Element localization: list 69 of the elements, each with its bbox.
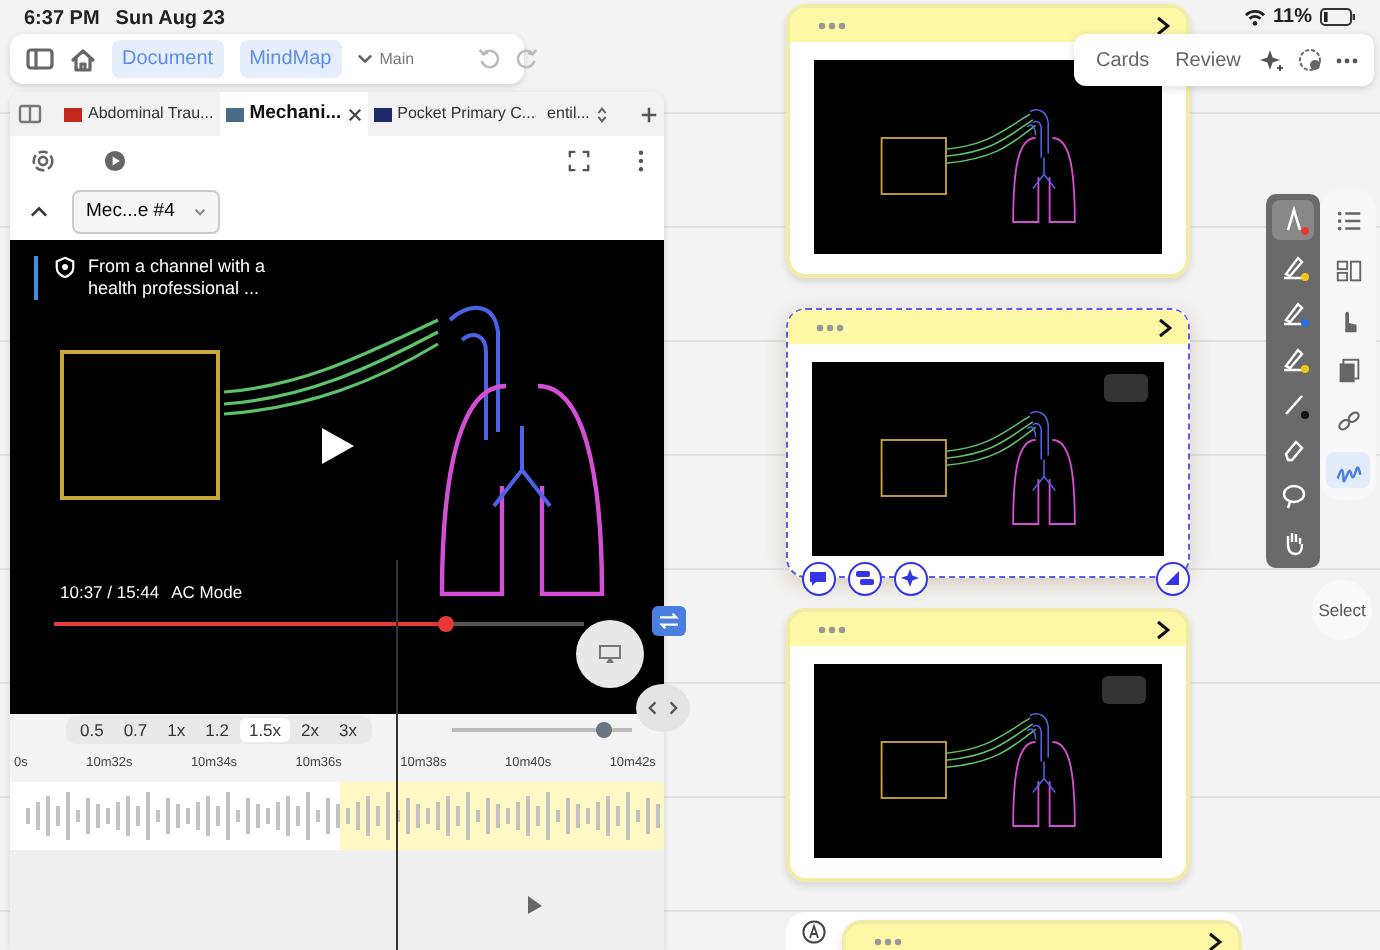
more-dots-icon[interactable] bbox=[818, 625, 846, 633]
video-time: 10:37 / 15:44 bbox=[60, 580, 160, 606]
lasso-icon bbox=[1277, 480, 1309, 512]
speed-option[interactable]: 3x bbox=[331, 717, 366, 743]
speed-option[interactable]: 2x bbox=[293, 717, 328, 743]
chevron-right-icon[interactable] bbox=[1208, 931, 1222, 950]
status-time: 6:37 PM bbox=[24, 6, 100, 30]
play-circle-icon[interactable] bbox=[104, 149, 126, 171]
video-player[interactable]: From a channel with a health professional ... 10:37 / 15:44 AC Mode bbox=[10, 240, 664, 714]
battery-icon bbox=[1320, 8, 1356, 26]
menu-button[interactable]: Cards bbox=[1090, 45, 1156, 75]
speed-option[interactable]: 1x bbox=[159, 717, 194, 743]
chevron-up-icon[interactable] bbox=[30, 206, 48, 218]
swap-button[interactable] bbox=[652, 606, 686, 636]
speed-option[interactable]: 1.5x bbox=[240, 717, 290, 743]
speed-option[interactable]: 0.5 bbox=[72, 717, 112, 743]
document-tab[interactable]: Abdominal Trau... bbox=[58, 92, 220, 136]
target-icon[interactable] bbox=[30, 147, 56, 173]
resize-button[interactable] bbox=[1156, 562, 1190, 596]
card-action-button[interactable] bbox=[802, 562, 836, 596]
wifi-icon bbox=[1243, 8, 1266, 26]
progress-thumb[interactable] bbox=[438, 616, 455, 632]
up-down-icon[interactable] bbox=[595, 105, 608, 123]
outline-label[interactable]: Main bbox=[379, 47, 415, 71]
play-icon[interactable] bbox=[320, 426, 356, 466]
document-tab[interactable]: Mechani... bbox=[219, 92, 368, 136]
speed-option[interactable]: 1.2 bbox=[197, 717, 237, 743]
menu-button[interactable]: Review bbox=[1169, 45, 1247, 75]
chevron-right-icon[interactable] bbox=[1156, 619, 1170, 639]
plus-icon[interactable] bbox=[639, 105, 658, 123]
video-notice: From a channel with a health professional ... bbox=[88, 256, 268, 300]
pen-circle-icon[interactable] bbox=[802, 920, 826, 944]
chevron-right-icon[interactable] bbox=[1158, 317, 1172, 337]
airplay-button[interactable] bbox=[576, 620, 644, 688]
home-icon[interactable] bbox=[70, 47, 96, 71]
zoom-thumb[interactable] bbox=[596, 722, 613, 738]
fullscreen-icon[interactable] bbox=[568, 149, 590, 171]
sparkle-icon bbox=[896, 564, 924, 592]
speed-option[interactable]: 0.7 bbox=[115, 717, 156, 743]
sparkle-icon[interactable] bbox=[1260, 48, 1285, 72]
more-dots-icon[interactable] bbox=[874, 937, 902, 945]
note-card[interactable] bbox=[786, 308, 1190, 578]
document-tab[interactable]: entil... bbox=[541, 92, 596, 136]
airplay-icon bbox=[598, 644, 622, 664]
shield-icon bbox=[54, 256, 76, 278]
document-tab[interactable]: Pocket Primary C... bbox=[367, 92, 542, 136]
swap-icon bbox=[658, 612, 680, 630]
document-dropdown[interactable]: Mec...e #4 bbox=[72, 189, 221, 235]
more-dots-icon[interactable] bbox=[818, 21, 846, 29]
select-button[interactable]: Select bbox=[1312, 580, 1372, 640]
chapter-title: AC Mode bbox=[171, 580, 243, 606]
chevron-down-icon bbox=[357, 54, 372, 64]
split-view-icon[interactable] bbox=[18, 104, 42, 124]
chevron-right-icon[interactable] bbox=[1156, 15, 1170, 35]
close-icon[interactable] bbox=[347, 107, 362, 121]
chevron-down-icon bbox=[194, 208, 207, 216]
more-icon[interactable] bbox=[1335, 57, 1358, 63]
page-nav-button[interactable] bbox=[636, 684, 690, 732]
layout-icon bbox=[1333, 255, 1363, 285]
more-dots-icon[interactable] bbox=[816, 323, 844, 331]
more-vertical-icon[interactable] bbox=[638, 149, 644, 171]
side-tool-button[interactable] bbox=[1326, 452, 1370, 488]
status-date: Sun Aug 23 bbox=[115, 6, 225, 30]
sidebar-icon[interactable] bbox=[26, 48, 54, 70]
battery-percent: 11% bbox=[1273, 4, 1312, 32]
card-action-button[interactable] bbox=[894, 562, 928, 596]
chevrons-left-right-icon bbox=[646, 700, 680, 716]
cursor-icon bbox=[526, 894, 544, 916]
card-action-button[interactable] bbox=[848, 562, 882, 596]
